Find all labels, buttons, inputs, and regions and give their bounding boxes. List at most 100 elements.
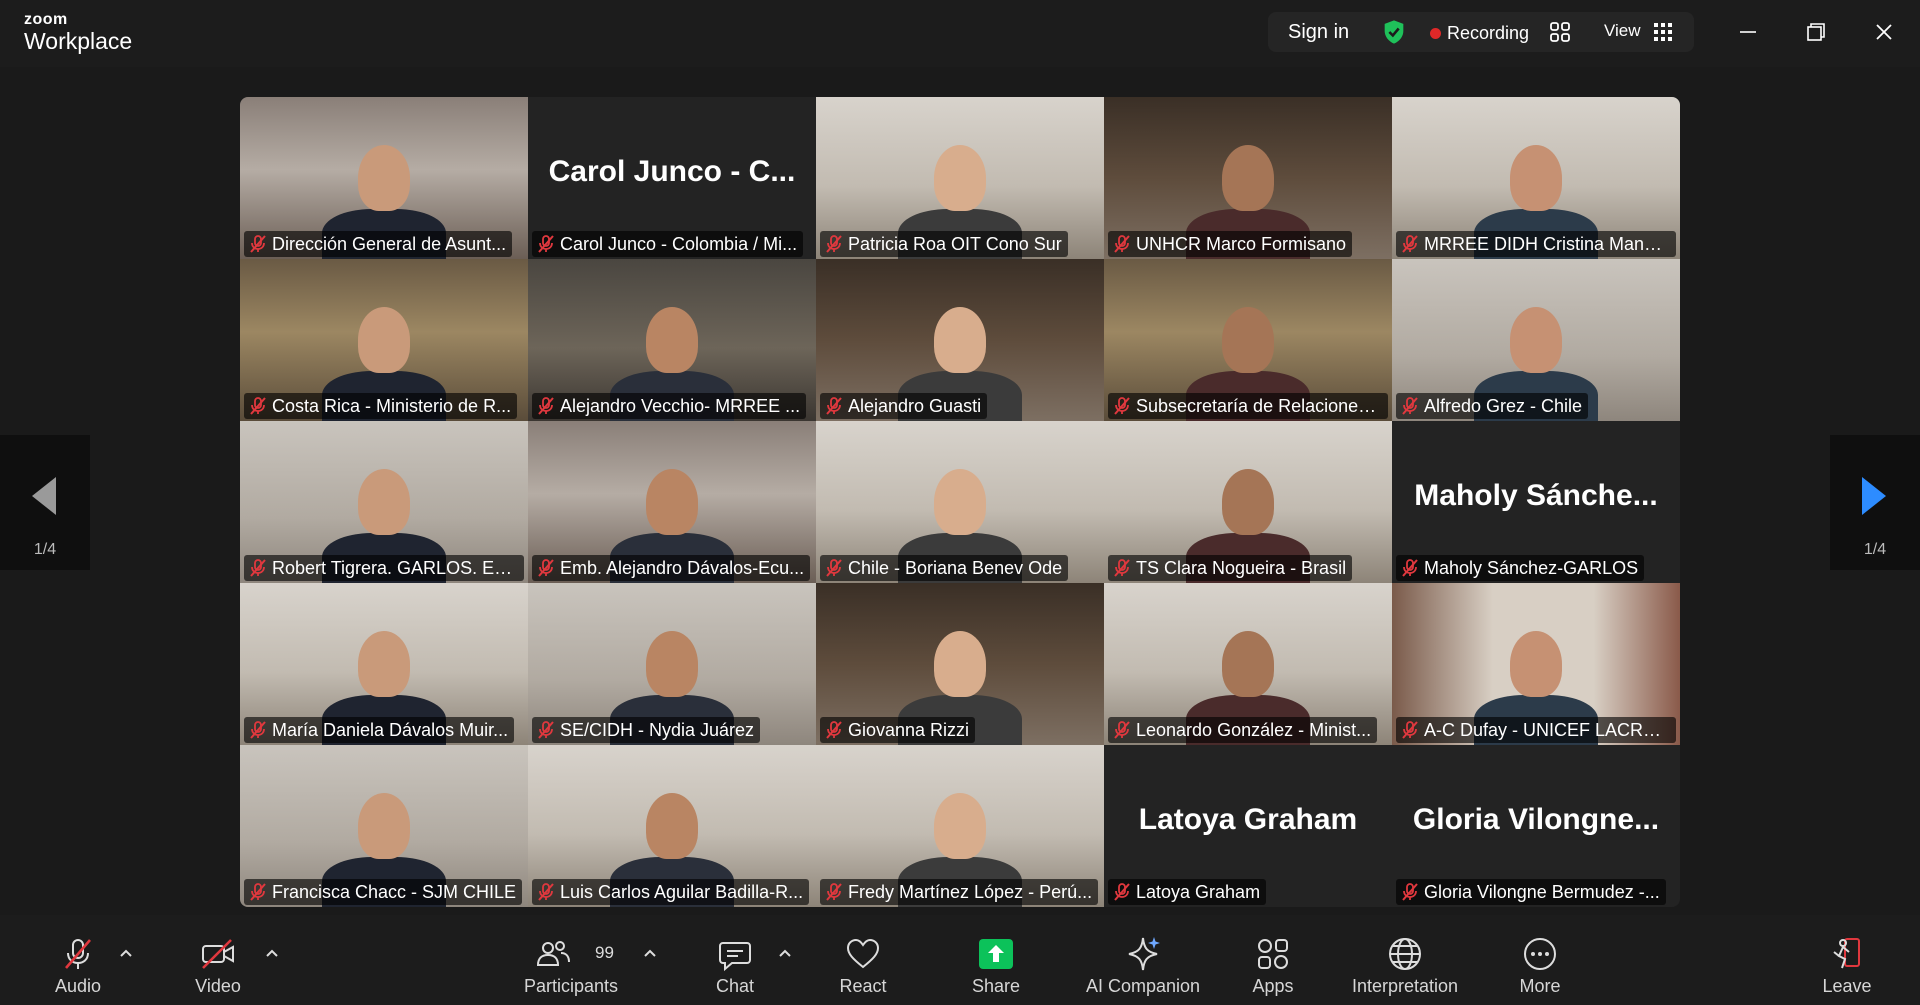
participant-tile[interactable]: Maholy Sánche... Maholy Sánchez-GARLOS bbox=[1392, 421, 1680, 583]
participant-tile[interactable]: Latoya Graham Latoya Graham bbox=[1104, 745, 1392, 907]
participant-name: UNHCR Marco Formisano bbox=[1136, 233, 1347, 254]
minimize-icon[interactable] bbox=[1732, 16, 1764, 48]
shield-check-icon[interactable] bbox=[1380, 18, 1408, 46]
more-dots-icon bbox=[1524, 938, 1556, 970]
participant-figure-head bbox=[358, 631, 410, 697]
participant-figure-head bbox=[1510, 307, 1562, 373]
video-gallery: Dirección General de Asunt... Carol Junco… bbox=[240, 97, 1680, 907]
participant-display-name: Carol Junco - C... bbox=[548, 155, 796, 188]
audio-button[interactable]: Audio bbox=[48, 915, 108, 1005]
mic-muted-icon bbox=[1114, 721, 1130, 739]
video-options-chevron-up-icon[interactable] bbox=[265, 948, 279, 958]
mic-muted-icon bbox=[826, 397, 842, 415]
mic-muted-icon bbox=[826, 721, 842, 739]
participant-display-name: Latoya Graham bbox=[1138, 803, 1358, 836]
gallery-layout-icon[interactable] bbox=[1548, 20, 1572, 44]
participant-figure-head bbox=[1222, 469, 1274, 535]
participant-name-tag: Francisca Chacc - SJM CHILE bbox=[244, 879, 523, 905]
mic-muted-icon bbox=[250, 721, 266, 739]
view-grid-icon[interactable] bbox=[1654, 23, 1672, 41]
interpretation-button[interactable]: Interpretation bbox=[1343, 915, 1467, 1005]
participant-name-tag: Patricia Roa OIT Cono Sur bbox=[820, 231, 1068, 257]
share-button[interactable]: Share bbox=[966, 915, 1026, 1005]
ai-companion-button[interactable]: AI Companion bbox=[1081, 915, 1205, 1005]
participant-name: Luis Carlos Aguilar Badilla-R... bbox=[560, 881, 804, 902]
participant-name: Dirección General de Asunt... bbox=[272, 233, 507, 254]
participant-tile[interactable]: Chile - Boriana Benev Ode bbox=[816, 421, 1104, 583]
participant-name-tag: Alejandro Vecchio- MRREE ... bbox=[532, 393, 807, 419]
mic-muted-icon bbox=[1114, 397, 1130, 415]
participant-tile[interactable]: Patricia Roa OIT Cono Sur bbox=[816, 97, 1104, 259]
chat-icon bbox=[719, 942, 751, 972]
participant-figure-head bbox=[358, 307, 410, 373]
participant-tile[interactable]: Fredy Martínez López - Perú... bbox=[816, 745, 1104, 907]
close-icon[interactable] bbox=[1868, 16, 1900, 48]
restore-icon[interactable] bbox=[1800, 16, 1832, 48]
next-page-button[interactable]: 1/4 bbox=[1830, 435, 1920, 570]
participant-tile[interactable]: MRREE DIDH Cristina Mansil... bbox=[1392, 97, 1680, 259]
participant-name-tag: Leonardo González - Minist... bbox=[1108, 717, 1378, 743]
participant-tile[interactable]: UNHCR Marco Formisano bbox=[1104, 97, 1392, 259]
participant-tile[interactable]: Costa Rica - Ministerio de R... bbox=[240, 259, 528, 421]
participant-tile[interactable]: SE/CIDH - Nydia Juárez bbox=[528, 583, 816, 745]
participant-name-tag: Costa Rica - Ministerio de R... bbox=[244, 393, 518, 419]
participant-tile[interactable]: Robert Tigrera. GARLOS. Ecu... bbox=[240, 421, 528, 583]
brand-workplace: Workplace bbox=[24, 28, 133, 54]
participant-name-tag: Gloria Vilongne Bermudez -... bbox=[1396, 879, 1666, 905]
participant-name: Francisca Chacc - SJM CHILE bbox=[272, 881, 517, 902]
participant-name: Subsecretaría de Relaciones ... bbox=[1136, 395, 1382, 416]
participant-count: 99 bbox=[595, 943, 614, 962]
participant-tile[interactable]: Luis Carlos Aguilar Badilla-R... bbox=[528, 745, 816, 907]
participant-name: Alfredo Grez - Chile bbox=[1424, 395, 1583, 416]
participant-tile[interactable]: Subsecretaría de Relaciones ... bbox=[1104, 259, 1392, 421]
participant-tile[interactable]: TS Clara Nogueira - Brasil bbox=[1104, 421, 1392, 583]
participant-name-tag: Alfredo Grez - Chile bbox=[1396, 393, 1589, 419]
participant-name-tag: Luis Carlos Aguilar Badilla-R... bbox=[532, 879, 810, 905]
participant-tile[interactable]: A-C Dufay - UNICEF LACRO ... bbox=[1392, 583, 1680, 745]
participant-name-tag: Robert Tigrera. GARLOS. Ecu... bbox=[244, 555, 524, 581]
more-button[interactable]: More bbox=[1510, 915, 1570, 1005]
audio-options-chevron-up-icon[interactable] bbox=[119, 948, 133, 958]
react-button[interactable]: React bbox=[833, 915, 893, 1005]
chat-button[interactable]: Chat bbox=[705, 915, 765, 1005]
participant-tile[interactable]: Leonardo González - Minist... bbox=[1104, 583, 1392, 745]
participants-options-chevron-up-icon[interactable] bbox=[643, 948, 657, 958]
participant-tile[interactable]: Alejandro Guasti bbox=[816, 259, 1104, 421]
participant-tile[interactable]: María Daniela Dávalos Muir... bbox=[240, 583, 528, 745]
participant-tile[interactable]: Gloria Vilongne... Gloria Vilongne Bermud… bbox=[1392, 745, 1680, 907]
more-label: More bbox=[1519, 976, 1561, 996]
sign-in-button[interactable]: Sign in bbox=[1288, 21, 1349, 44]
participant-figure-head bbox=[934, 469, 986, 535]
participant-figure-head bbox=[358, 793, 410, 859]
participant-figure-head bbox=[934, 307, 986, 373]
participant-name-tag: Alejandro Guasti bbox=[820, 393, 988, 419]
participant-tile[interactable]: Emb. Alejandro Dávalos-Ecu... bbox=[528, 421, 816, 583]
participant-tile[interactable]: Dirección General de Asunt... bbox=[240, 97, 528, 259]
recording-status[interactable]: Recording bbox=[1447, 23, 1529, 44]
participant-name-tag: Fredy Martínez López - Perú... bbox=[820, 879, 1099, 905]
participant-tile[interactable]: Giovanna Rizzi bbox=[816, 583, 1104, 745]
mic-muted-icon bbox=[826, 235, 842, 253]
view-button[interactable]: View bbox=[1604, 21, 1641, 41]
participant-figure-head bbox=[646, 631, 698, 697]
participant-figure-head bbox=[934, 793, 986, 859]
audio-label: Audio bbox=[54, 976, 102, 996]
participant-name: Patricia Roa OIT Cono Sur bbox=[848, 233, 1062, 254]
participant-name-tag: Chile - Boriana Benev Ode bbox=[820, 555, 1069, 581]
participant-tile[interactable]: Alfredo Grez - Chile bbox=[1392, 259, 1680, 421]
apps-button[interactable]: Apps bbox=[1243, 915, 1303, 1005]
video-button[interactable]: Video bbox=[188, 915, 248, 1005]
participant-tile[interactable]: Alejandro Vecchio- MRREE ... bbox=[528, 259, 816, 421]
participant-name: Robert Tigrera. GARLOS. Ecu... bbox=[272, 557, 518, 578]
participant-tile[interactable]: Carol Junco - C... Carol Junco - Colombia… bbox=[528, 97, 816, 259]
heart-icon bbox=[846, 938, 880, 969]
participant-name-tag: TS Clara Nogueira - Brasil bbox=[1108, 555, 1353, 581]
participant-tile[interactable]: Francisca Chacc - SJM CHILE bbox=[240, 745, 528, 907]
participant-name-tag: Dirección General de Asunt... bbox=[244, 231, 513, 257]
mic-muted-icon bbox=[1402, 559, 1418, 577]
participant-figure-head bbox=[1222, 307, 1274, 373]
chat-options-chevron-up-icon[interactable] bbox=[778, 948, 792, 958]
leave-button[interactable]: Leave bbox=[1817, 915, 1877, 1005]
participant-name: Emb. Alejandro Dávalos-Ecu... bbox=[560, 557, 805, 578]
previous-page-button[interactable]: 1/4 bbox=[0, 435, 90, 570]
